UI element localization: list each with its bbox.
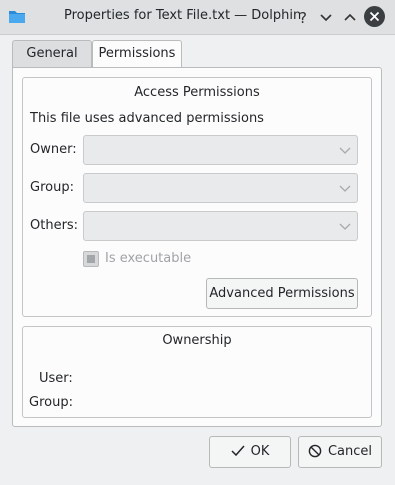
close-button[interactable] (364, 6, 385, 27)
access-permissions-group: Access Permissions This file uses advanc… (22, 77, 372, 317)
close-icon (369, 11, 380, 22)
user-label: User: (39, 371, 73, 386)
minimize-icon[interactable] (316, 7, 336, 27)
advanced-permissions-button[interactable]: Advanced Permissions (206, 278, 358, 309)
window-title: Properties for Text File.txt — Dolphin (64, 8, 302, 23)
is-executable-checkbox[interactable] (83, 251, 99, 267)
chevron-down-icon (339, 223, 351, 230)
access-permissions-title: Access Permissions (134, 85, 260, 100)
is-executable-label: Is executable (105, 251, 192, 266)
owner-combo[interactable] (83, 135, 358, 165)
checkbox-partial-mark (87, 255, 95, 263)
ownership-group-label: Group: (29, 395, 73, 410)
ok-button[interactable]: OK (209, 436, 291, 468)
advanced-permissions-info: This file uses advanced permissions (30, 111, 264, 126)
checkmark-icon (231, 445, 245, 456)
help-icon[interactable]: ? (293, 7, 313, 27)
cancel-icon (308, 444, 322, 457)
cancel-label: Cancel (327, 444, 373, 459)
group-combo[interactable] (83, 173, 358, 203)
title-bar[interactable]: Properties for Text File.txt — Dolphin ? (0, 0, 395, 35)
folder-icon (9, 11, 25, 23)
chevron-down-icon (339, 147, 351, 154)
maximize-icon[interactable] (340, 7, 360, 27)
permissions-panel: Access Permissions This file uses advanc… (12, 67, 382, 427)
tab-permissions-label: Permissions (98, 46, 176, 61)
group-label: Group: (30, 180, 74, 195)
tab-permissions[interactable]: Permissions (92, 40, 182, 68)
tab-general-label: General (26, 46, 78, 61)
ok-label: OK (250, 444, 270, 459)
cancel-button[interactable]: Cancel (298, 436, 382, 468)
ownership-group: Ownership User: Group: (22, 326, 372, 418)
others-label: Others: (30, 218, 79, 233)
others-combo[interactable] (83, 211, 358, 241)
ownership-title: Ownership (162, 333, 232, 348)
chevron-down-icon (339, 185, 351, 192)
properties-dialog: Properties for Text File.txt — Dolphin ?… (0, 0, 395, 485)
tab-general[interactable]: General (12, 40, 92, 67)
owner-label: Owner: (30, 142, 77, 157)
svg-text:?: ? (299, 9, 307, 27)
